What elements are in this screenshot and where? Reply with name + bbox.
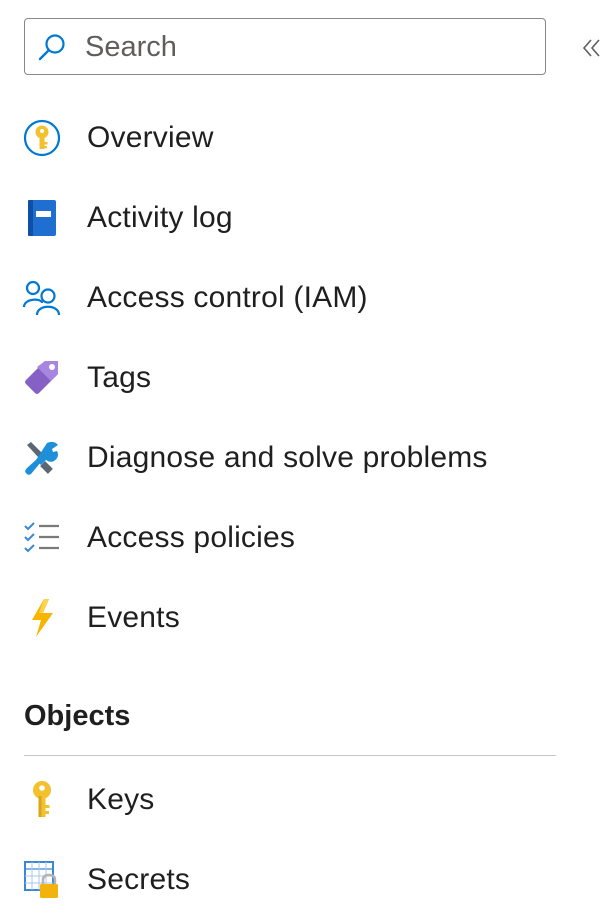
people-icon bbox=[22, 278, 62, 318]
sidebar-item-access-control[interactable]: Access control (IAM) bbox=[0, 262, 606, 334]
sidebar-item-overview[interactable]: Overview bbox=[0, 102, 606, 174]
sidebar-item-activity-log[interactable]: Activity log bbox=[0, 182, 606, 254]
sidebar-item-label: Tags bbox=[87, 361, 152, 394]
key-overview-icon bbox=[22, 118, 62, 158]
sidebar-item-label: Secrets bbox=[87, 863, 191, 896]
sidebar-item-access-policies[interactable]: Access policies bbox=[0, 502, 606, 574]
search-box[interactable] bbox=[24, 18, 546, 75]
section-divider bbox=[24, 755, 556, 756]
secret-icon bbox=[22, 860, 62, 900]
sidebar-item-label: Overview bbox=[87, 121, 214, 154]
sidebar-item-label: Diagnose and solve problems bbox=[87, 441, 488, 474]
sidebar-item-label: Events bbox=[87, 601, 180, 634]
sidebar-item-tags[interactable]: Tags bbox=[0, 342, 606, 414]
activity-log-icon bbox=[22, 198, 62, 238]
search-icon bbox=[37, 32, 67, 62]
sidebar-item-label: Access control (IAM) bbox=[87, 281, 368, 314]
lightning-icon bbox=[22, 598, 62, 638]
key-icon bbox=[22, 780, 62, 820]
sidebar-item-label: Access policies bbox=[87, 521, 296, 554]
sidebar-item-events[interactable]: Events bbox=[0, 582, 606, 654]
double-chevron-left-icon bbox=[582, 39, 600, 57]
sidebar-item-diagnose[interactable]: Diagnose and solve problems bbox=[0, 422, 606, 494]
collapse-sidebar-button[interactable] bbox=[578, 30, 606, 66]
sidebar-item-secrets[interactable]: Secrets bbox=[0, 844, 606, 916]
checklist-icon bbox=[22, 518, 62, 558]
search-input[interactable] bbox=[85, 27, 525, 67]
section-title-objects: Objects bbox=[24, 700, 131, 732]
sidebar-item-label: Activity log bbox=[87, 201, 233, 234]
sidebar-item-keys[interactable]: Keys bbox=[0, 764, 606, 836]
sidebar-item-label: Keys bbox=[87, 783, 155, 816]
tag-icon bbox=[22, 358, 62, 398]
wrench-icon bbox=[22, 438, 62, 478]
